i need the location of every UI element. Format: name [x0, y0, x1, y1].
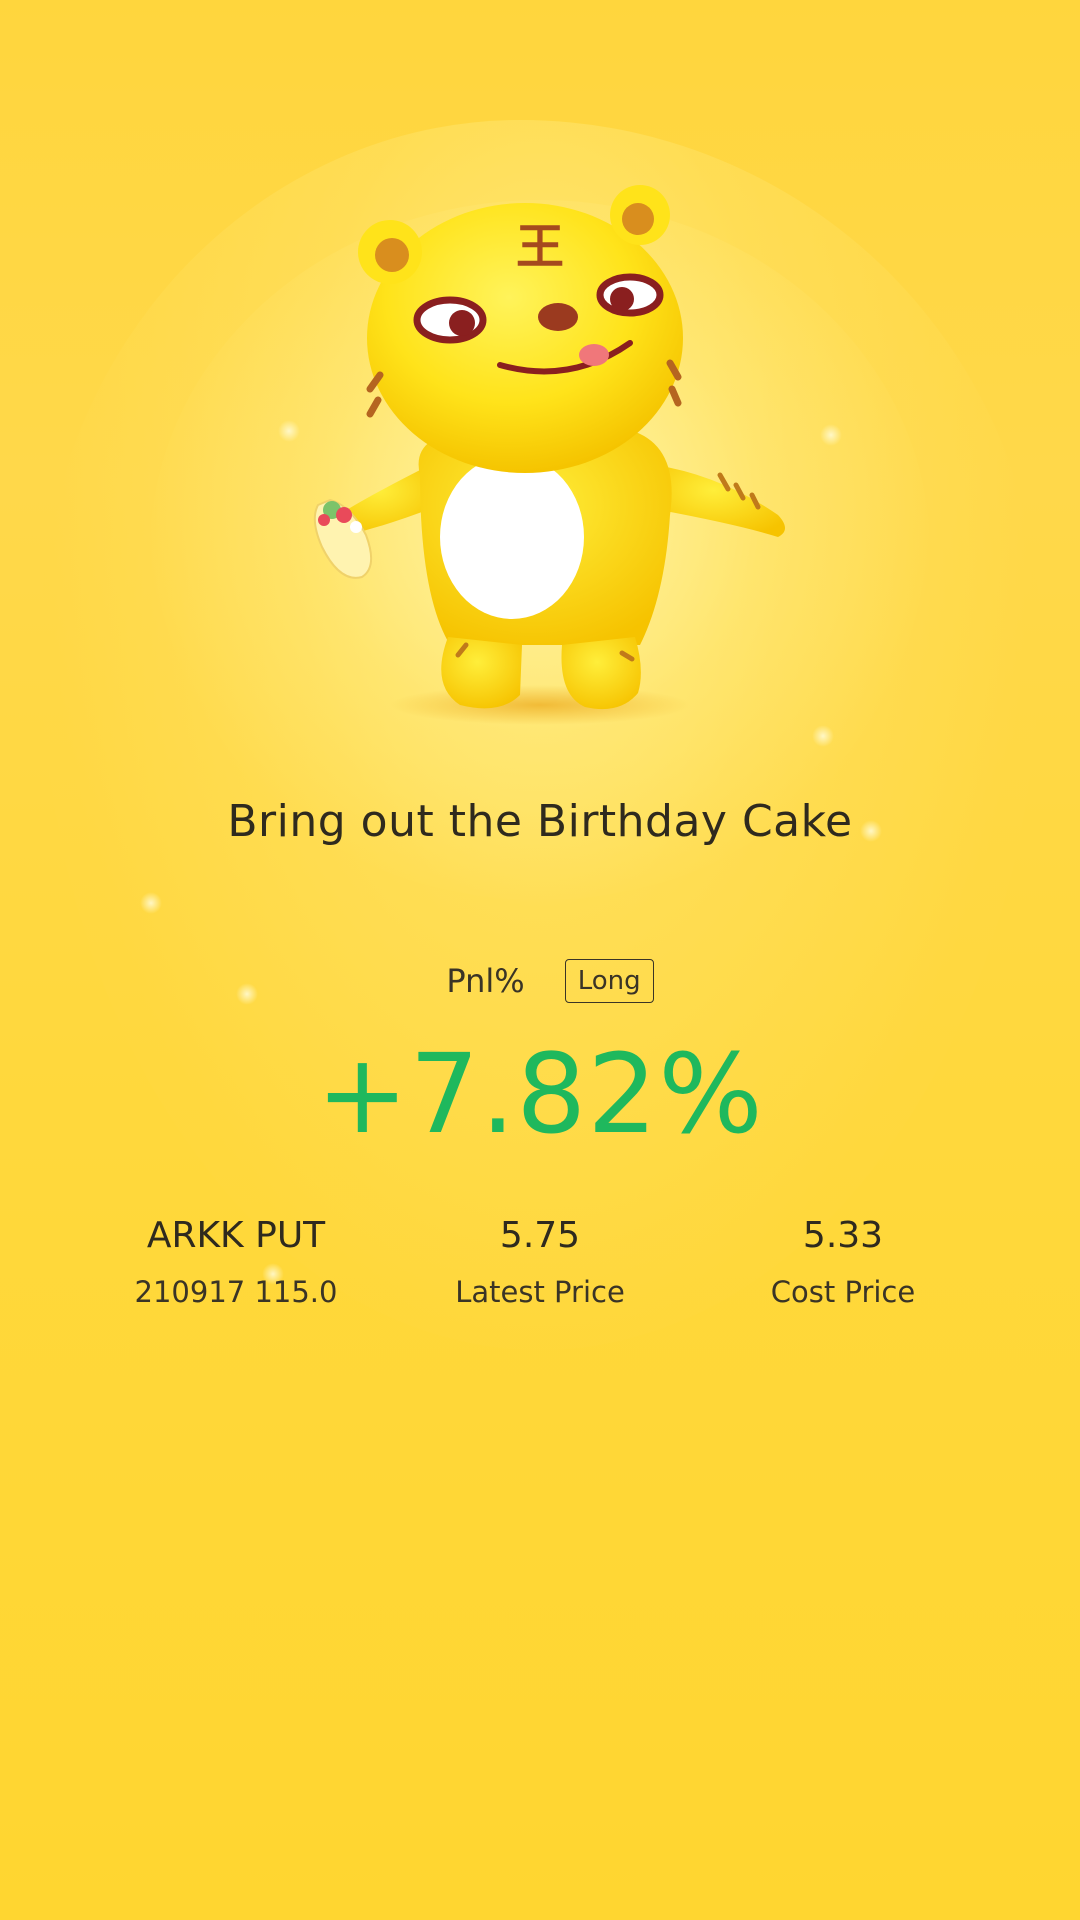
headline-caption: Bring out the Birthday Cake	[227, 796, 853, 847]
sparkle-decoration	[278, 420, 300, 442]
sparkle-decoration	[812, 725, 834, 747]
pnl-label: Pnl%	[446, 962, 525, 1000]
symbol-block: ARKK PUT 210917 115.0	[86, 1212, 386, 1312]
position-direction-badge: Long	[564, 959, 654, 1003]
cost-price-block: 5.33 Cost Price	[693, 1212, 993, 1312]
sparkle-decoration	[820, 424, 842, 446]
latest-price-value: 5.75	[499, 1215, 581, 1256]
sparkle-decoration	[140, 892, 162, 914]
tiger-mascot-icon: 王	[313, 185, 785, 725]
position-stats: ARKK PUT 210917 115.0 5.75 Latest Price …	[0, 1212, 1080, 1332]
pnl-header: Pnl% Long	[0, 958, 1080, 1004]
option-symbol: ARKK PUT	[146, 1215, 326, 1256]
cost-price-value: 5.33	[802, 1215, 884, 1256]
svg-text:王: 王	[516, 219, 564, 275]
latest-price-block: 5.75 Latest Price	[390, 1212, 690, 1312]
latest-price-label: Latest Price	[455, 1275, 625, 1309]
pnl-percentage-value: +7.82%	[316, 1030, 764, 1158]
option-contract: 210917 115.0	[134, 1275, 338, 1309]
cost-price-label: Cost Price	[770, 1275, 916, 1309]
